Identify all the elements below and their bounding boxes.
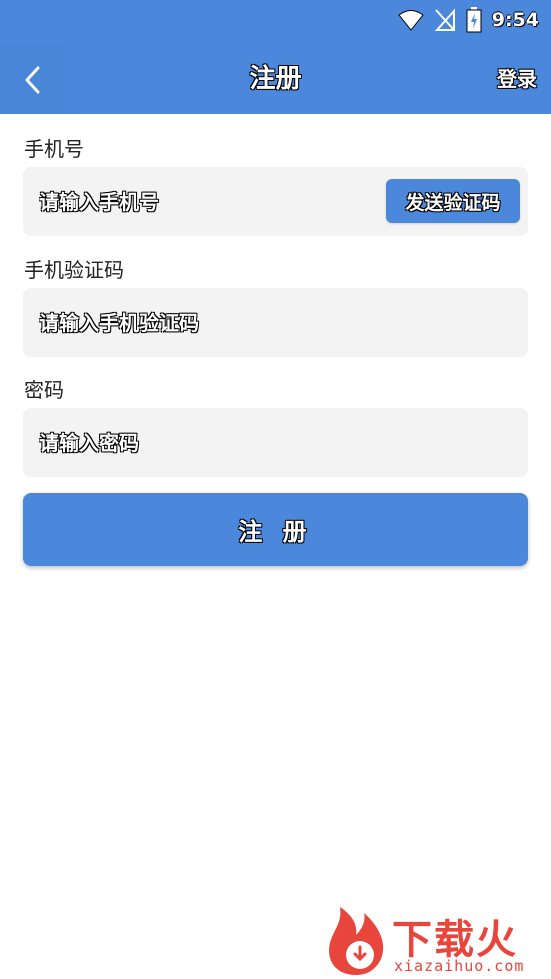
- wifi-icon: [398, 10, 424, 31]
- app-bar: 注册 登录: [0, 45, 551, 114]
- chevron-left-icon: [25, 66, 40, 93]
- status-bar: 9:54: [0, 0, 551, 45]
- watermark: 下载火 xiazaihuo.com: [322, 905, 548, 977]
- phone-input[interactable]: [39, 167, 379, 236]
- code-label: 手机验证码: [24, 258, 124, 282]
- battery-icon: [466, 7, 482, 33]
- phone-label: 手机号: [24, 137, 84, 161]
- phone-field: 发送验证码: [23, 167, 528, 236]
- login-link[interactable]: 登录: [497, 45, 537, 114]
- status-time: 9:54: [491, 9, 539, 31]
- flame-logo-icon: [329, 907, 384, 975]
- no-signal-icon: [434, 8, 455, 31]
- send-code-button[interactable]: 发送验证码: [386, 179, 520, 223]
- watermark-url: xiazaihuo.com: [394, 957, 525, 975]
- register-button[interactable]: 注 册: [23, 493, 528, 566]
- page-title: 注册: [249, 64, 302, 94]
- back-button[interactable]: [0, 45, 66, 114]
- status-icons: 9:54: [398, 6, 539, 34]
- code-input[interactable]: [39, 288, 509, 357]
- password-input[interactable]: [39, 408, 509, 477]
- password-field: [23, 408, 528, 477]
- password-label: 密码: [24, 378, 64, 402]
- code-field: [23, 288, 528, 357]
